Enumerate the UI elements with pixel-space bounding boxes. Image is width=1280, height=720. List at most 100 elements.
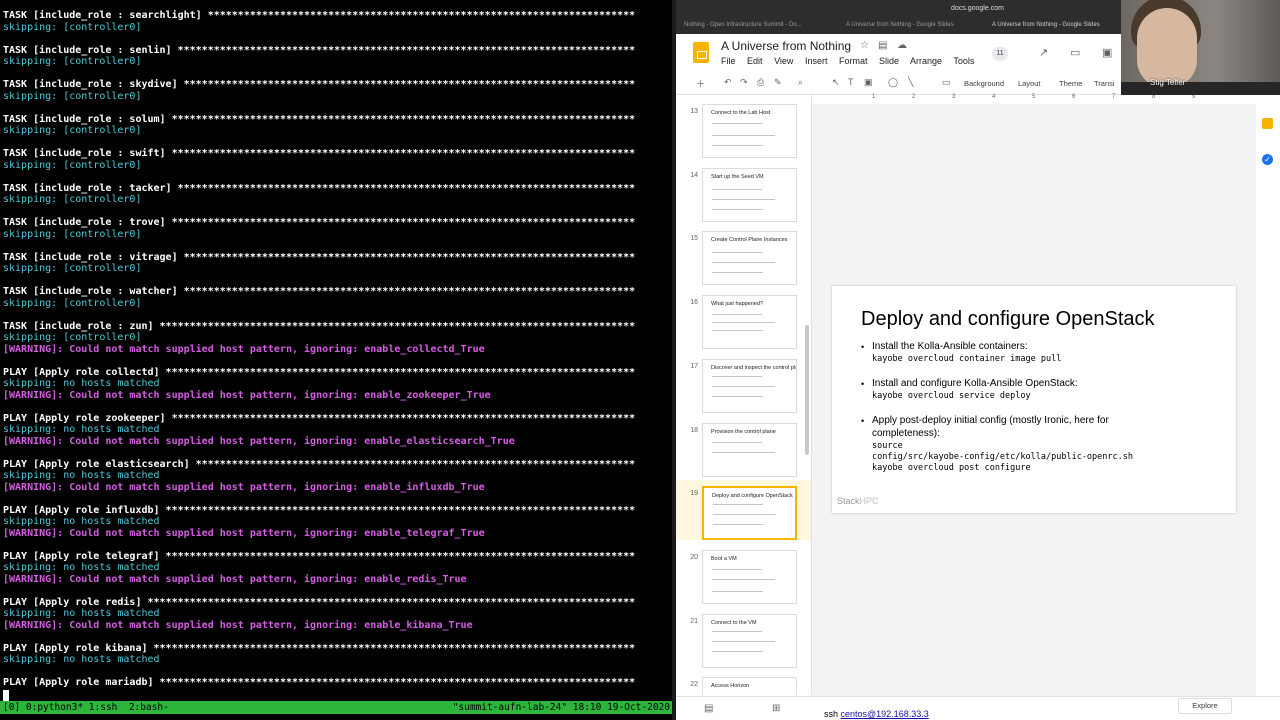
undo-icon[interactable]: ↶: [724, 77, 732, 88]
menu-arrange[interactable]: Arrange: [910, 56, 942, 66]
terminal-line: PLAY [Apply role zookeeper] ************…: [3, 412, 636, 424]
menu-insert[interactable]: Insert: [805, 56, 828, 66]
slide-title[interactable]: Deploy and configure OpenStack: [861, 308, 1155, 331]
slide-thumbnail[interactable]: Access Horizon: [702, 677, 797, 695]
activity-icon[interactable]: ↗: [1039, 46, 1048, 59]
bullet-text[interactable]: Install the Kolla-Ansible containers:: [872, 341, 1028, 353]
menu-edit[interactable]: Edit: [747, 56, 763, 66]
thumbnail-title: Access Horizon: [711, 683, 750, 690]
ruler-tick: 5: [1032, 94, 1036, 100]
slide-thumbnail[interactable]: Provision the control plane: [702, 422, 797, 477]
menu-format[interactable]: Format: [839, 56, 868, 66]
terminal-line: skipping: [controller0]: [3, 125, 142, 136]
image-icon[interactable]: ▣: [864, 77, 873, 88]
browser-tab[interactable]: A Universe from Nothing - Google Slides: [846, 19, 986, 32]
thumbnail-title: Connect to the VM: [711, 619, 757, 626]
document-title[interactable]: A Universe from Nothing: [721, 39, 851, 53]
tab-label: A Universe from Nothing - Google Slides: [846, 22, 954, 28]
address-bar[interactable]: docs.google.com: [951, 5, 1004, 12]
terminal-line: skipping: [controller0]: [3, 159, 142, 171]
print-icon[interactable]: ⎙: [757, 77, 764, 88]
slide-thumbnail[interactable]: Boot a VM: [702, 549, 797, 604]
speaker-notes[interactable]: ssh centos@192.168.33.3: [824, 709, 929, 719]
filmstrip-view-icon[interactable]: ▤: [704, 703, 713, 714]
bullet-code[interactable]: config/src/kayobe-config/etc/kolla/publi…: [872, 452, 1133, 463]
terminal-output: TASK [include_role : searchlight] ******…: [3, 10, 671, 689]
star-icon[interactable]: ☆: [860, 40, 869, 51]
notes-link[interactable]: centos@192.168.33.3: [841, 709, 929, 719]
terminal-line: TASK [include_role : tacker] ***********…: [3, 182, 636, 194]
thumbnail-text-line: [712, 322, 775, 324]
terminal-line: skipping: [controller0]: [3, 194, 142, 205]
filmstrip-slide[interactable]: 20 Boot a VM: [676, 544, 811, 604]
filmstrip-slide[interactable]: 16 What just happened?: [676, 289, 811, 350]
slide-thumbnail[interactable]: Create Control Plane Instances: [702, 231, 797, 286]
terminal-line: TASK [include_role : searchlight] ******…: [3, 10, 636, 21]
slide-thumbnail[interactable]: Deploy and configure OpenStack: [702, 486, 797, 541]
select-cursor-icon[interactable]: ↖: [832, 77, 840, 88]
slide-canvas[interactable]: Deploy and configure OpenStack • Install…: [812, 104, 1280, 696]
filmstrip-slide[interactable]: 15 Create Control Plane Instances: [676, 225, 811, 286]
ruler-tick: 3: [952, 94, 956, 100]
bullet-code[interactable]: kayobe overcloud post configure: [872, 463, 1031, 474]
filmstrip-slide-active[interactable]: 19 Deploy and configure OpenStack: [676, 480, 811, 541]
slide-thumbnail[interactable]: Start up the Seed VM: [702, 167, 797, 222]
bullet-text[interactable]: completeness):: [872, 428, 940, 440]
tmux-status-bar: [0] 0:python3* 1:ssh 2:bash- "summit-auf…: [0, 701, 672, 714]
menu-tools[interactable]: Tools: [953, 56, 974, 66]
tasks-icon[interactable]: ✓: [1262, 154, 1273, 165]
slide-thumbnail[interactable]: Discover and inspect the control plane: [702, 358, 797, 413]
comment-icon[interactable]: ▭: [942, 77, 951, 88]
transition-button[interactable]: Transi: [1094, 79, 1115, 88]
new-slide-icon[interactable]: ＋: [696, 77, 705, 90]
participant-count[interactable]: 11: [992, 47, 1008, 61]
line-icon[interactable]: ╲: [908, 77, 913, 88]
tmux-window-list[interactable]: [0] 0:python3* 1:ssh 2:bash-: [3, 701, 169, 714]
browser-tab-active[interactable]: A Universe from Nothing - Google Slides: [992, 19, 1132, 32]
filmstrip-slide[interactable]: 14 Start up the Seed VM: [676, 162, 811, 222]
filmstrip-slide[interactable]: 13 Connect to the Lab Host: [676, 98, 811, 158]
filmstrip-slide[interactable]: 21 Connect to the VM: [676, 608, 811, 668]
slide-thumbnail[interactable]: Connect to the VM: [702, 613, 797, 668]
zoom-icon[interactable]: ⌕: [798, 77, 803, 88]
bullet-text[interactable]: Install and configure Kolla-Ansible Open…: [872, 378, 1078, 390]
slide-thumbnail[interactable]: What just happened?: [702, 295, 797, 350]
background-button[interactable]: Background: [964, 79, 1004, 88]
bullet-code[interactable]: kayobe overcloud container image pull: [872, 354, 1061, 365]
redo-icon[interactable]: ↷: [740, 77, 748, 88]
explore-label: Explore: [1192, 701, 1218, 710]
grid-view-icon[interactable]: ⊞: [772, 703, 780, 714]
explore-button[interactable]: Explore: [1178, 698, 1232, 714]
shape-icon[interactable]: ◯: [888, 77, 898, 88]
menu-file[interactable]: File: [721, 56, 736, 66]
current-slide[interactable]: Deploy and configure OpenStack • Install…: [832, 286, 1236, 513]
menu-slide[interactable]: Slide: [879, 56, 899, 66]
present-icon[interactable]: ▣: [1102, 46, 1112, 59]
menu-view[interactable]: View: [774, 56, 793, 66]
bullet-code[interactable]: kayobe overcloud service deploy: [872, 391, 1031, 402]
chat-icon[interactable]: ▭: [1070, 46, 1080, 59]
bullet-text[interactable]: Apply post-deploy initial config (mostly…: [872, 415, 1109, 427]
layout-button[interactable]: Layout: [1018, 79, 1041, 88]
terminal-window[interactable]: TASK [include_role : searchlight] ******…: [0, 0, 672, 720]
text-box-icon[interactable]: T: [848, 77, 854, 87]
theme-button[interactable]: Theme: [1059, 79, 1082, 88]
bullet-code[interactable]: source: [872, 441, 903, 452]
move-folder-icon[interactable]: ▤: [878, 40, 887, 51]
filmstrip-scrollbar[interactable]: [805, 325, 809, 455]
slide-thumbnail[interactable]: Connect to the Lab Host: [702, 104, 797, 158]
google-slides-logo-icon[interactable]: [693, 42, 709, 63]
filmstrip-slide[interactable]: 17 Discover and inspect the control plane: [676, 353, 811, 413]
filmstrip-slide[interactable]: 22 Access Horizon: [676, 671, 811, 695]
paint-format-icon[interactable]: ✎: [774, 77, 782, 88]
slide-filmstrip[interactable]: 13 Connect to the Lab Host 14 Start up the …: [676, 95, 812, 695]
browser-tab[interactable]: Nothing - Open Infrastructure Summit - D…: [684, 19, 844, 32]
filmstrip-slide[interactable]: 18 Provision the control plane: [676, 417, 811, 477]
keep-icon[interactable]: [1262, 118, 1273, 129]
thumbnail-title: Provision the control plane: [711, 428, 776, 435]
